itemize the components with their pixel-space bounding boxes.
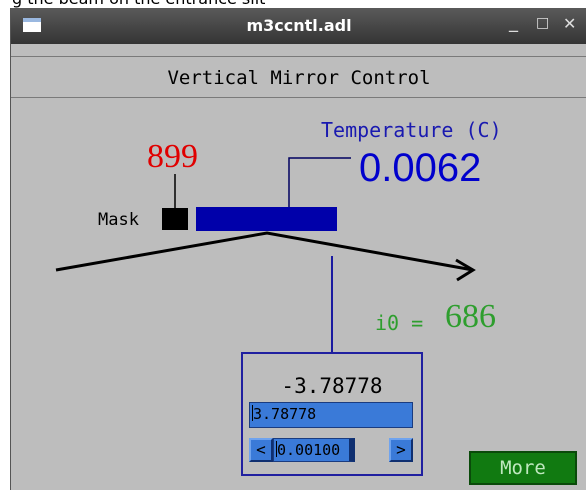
tweak-step-input[interactable]: 0.00100 <box>273 438 355 462</box>
setpoint-value: 3.78778 <box>253 405 317 423</box>
beam-arrowhead <box>455 258 476 282</box>
mask-label: Mask <box>98 210 139 230</box>
background-caption: g the beam on the entrance slit <box>0 0 586 8</box>
position-control-box: -3.78778 3.78778 < 0.00100 > <box>241 352 423 476</box>
mask-indicator <box>162 208 188 230</box>
more-button[interactable]: More <box>469 451 577 485</box>
temperature-label: Temperature (C) <box>321 118 502 142</box>
tweak-control: < 0.00100 > <box>249 438 413 462</box>
temperature-leader-line <box>288 157 351 207</box>
beam-path <box>55 231 474 272</box>
tweak-step-value: 0.00100 <box>277 441 341 459</box>
tweak-right-button[interactable]: > <box>389 438 413 462</box>
i0-label: i0 = <box>375 311 424 335</box>
app-window: m3ccntl.adl _ □ ✕ Vertical Mirror Contro… <box>10 8 586 490</box>
temperature-value: 0.0062 <box>359 146 482 190</box>
position-setpoint-input[interactable]: 3.78778 <box>249 402 413 428</box>
tweak-left-button[interactable]: < <box>249 438 273 462</box>
mirror-bar <box>196 207 337 231</box>
mask-value: 899 <box>147 138 198 175</box>
i0-value: 686 <box>445 298 496 335</box>
position-readback: -3.78778 <box>281 374 383 398</box>
